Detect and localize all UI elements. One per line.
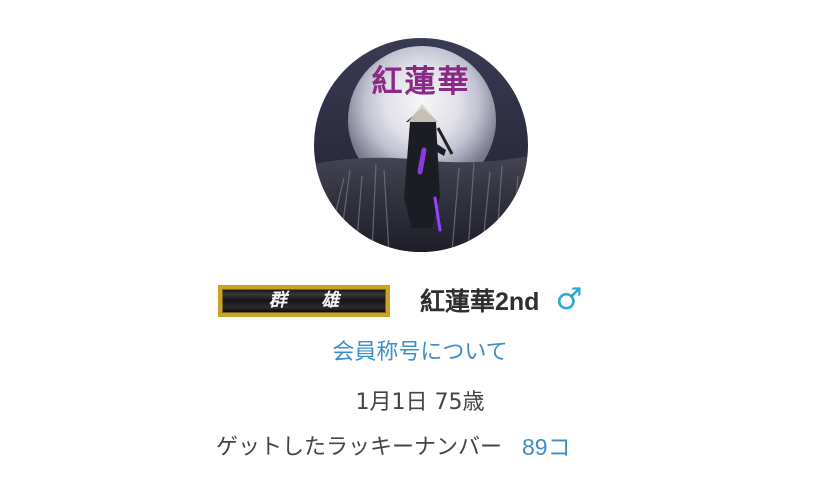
rank-badge[interactable]: 群 雄 (218, 285, 390, 317)
lucky-number-label: ゲットしたラッキーナンバー (216, 435, 503, 460)
profile-avatar[interactable]: 紅蓮華 (314, 38, 528, 252)
profile-page: 紅蓮華 群 雄 紅蓮華2nd ♂ 会員称号について 1月1日 75歳 ゲットした… (0, 0, 840, 495)
birthday-age: 1月1日 75歳 (355, 390, 485, 415)
avatar-title: 紅蓮華 (371, 64, 471, 100)
user-name: 紅蓮華2nd (420, 288, 540, 316)
member-rank-link[interactable]: 会員称号について (0, 336, 840, 370)
profile-name-row: 紅蓮華2nd ♂ (420, 279, 582, 321)
male-icon: ♂ (555, 282, 583, 317)
lucky-number-count[interactable]: 89コ (522, 428, 571, 462)
lucky-number-row: ゲットしたラッキーナンバー 89コ (216, 427, 646, 463)
